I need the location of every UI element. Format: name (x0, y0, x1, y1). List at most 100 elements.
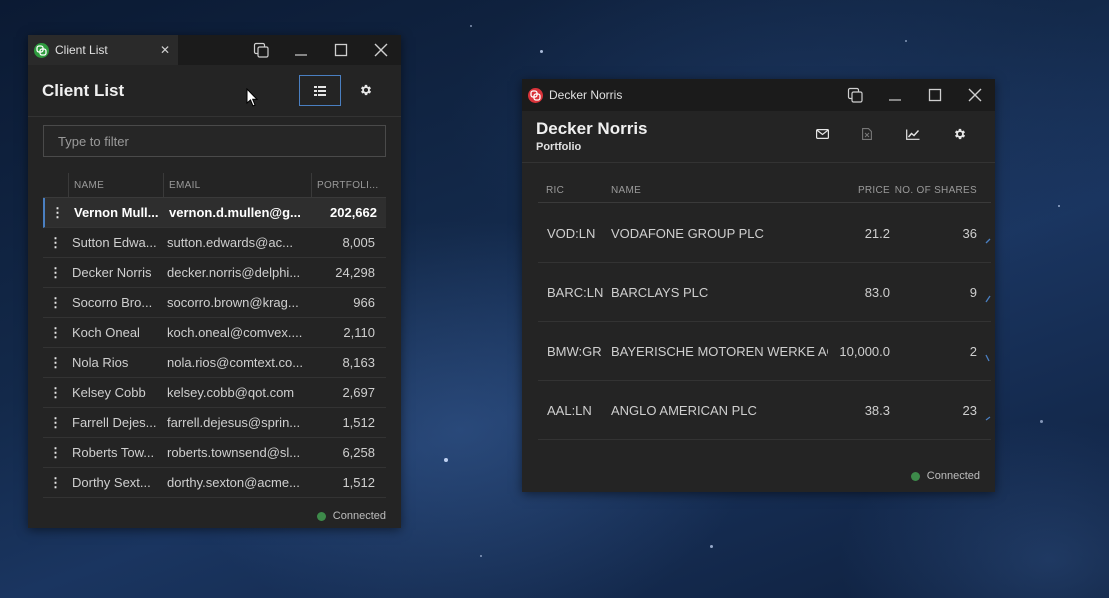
export-button[interactable] (854, 123, 880, 145)
cell-price: 10,000.0 (839, 343, 890, 359)
mouse-cursor-icon (246, 88, 259, 107)
cell-ric: BMW:GR (547, 343, 602, 359)
kebab-menu-icon[interactable]: ⋮ (43, 415, 68, 431)
cell-email: koch.oneal@comvex.... (167, 325, 303, 340)
list-view-icon (314, 85, 326, 96)
cell-email: farrell.dejesus@sprin... (167, 415, 301, 430)
app-logo-icon (528, 87, 543, 103)
cell-email: sutton.edwards@ac... (167, 235, 293, 250)
column-header-portfolio[interactable]: PORTFOLI... (311, 173, 386, 197)
client-grid-rows: ⋮ Vernon Mull... vernon.d.mullen@g... 202,6… (43, 198, 386, 498)
gear-icon (360, 84, 372, 96)
kebab-menu-icon[interactable]: ⋮ (43, 445, 68, 461)
column-header-ric[interactable]: RIC (538, 179, 603, 202)
maximize-icon (928, 88, 942, 102)
cell-name: Farrell Dejes... (72, 415, 157, 430)
maximize-button[interactable] (321, 35, 361, 65)
popout-icon (847, 87, 863, 103)
portfolio-grid-header: RIC NAME PRICE NO. OF SHARES (538, 179, 991, 203)
portfolio-subtitle: Portfolio (536, 141, 582, 153)
client-list-titlebar[interactable]: Client List ✕ (28, 35, 401, 65)
column-header-name[interactable]: NAME (603, 179, 828, 202)
table-row[interactable]: VOD:LN VODAFONE GROUP PLC 21.2 36 (538, 204, 991, 263)
connection-status: Connected (316, 510, 386, 522)
cell-price: 83.0 (864, 284, 890, 300)
chart-button[interactable] (900, 123, 926, 145)
cell-email: vernon.d.mullen@g... (169, 205, 301, 220)
minimize-button[interactable] (875, 79, 915, 111)
sparkline-icon (985, 416, 991, 421)
cell-shares: 36 (962, 225, 977, 241)
minimize-icon (889, 99, 901, 101)
table-row[interactable]: ⋮ Nola Rios nola.rios@comtext.co... 8,163 (43, 348, 386, 378)
popout-button[interactable] (241, 35, 281, 65)
column-header-price[interactable]: PRICE (828, 179, 890, 202)
column-header-name[interactable]: NAME (68, 173, 163, 197)
minimize-icon (295, 54, 307, 56)
table-row[interactable]: ⋮ Farrell Dejes... farrell.dejesus@sprin..… (43, 408, 386, 438)
kebab-menu-icon[interactable]: ⋮ (43, 475, 68, 491)
portfolio-window: Decker Norris Decker Norris Portfolio RI… (522, 79, 995, 492)
table-row[interactable]: ⋮ Roberts Tow... roberts.townsend@sl... 6,2… (43, 438, 386, 468)
portfolio-titlebar[interactable]: Decker Norris (522, 79, 995, 111)
settings-button[interactable] (356, 80, 376, 100)
table-row[interactable]: ⋮ Dorthy Sext... dorthy.sexton@acme... 1,51… (43, 468, 386, 498)
kebab-menu-icon[interactable]: ⋮ (43, 235, 68, 251)
cell-email: nola.rios@comtext.co... (167, 355, 304, 370)
status-dot-icon (316, 511, 326, 521)
cell-portfolio: 202,662 (330, 205, 377, 220)
cell-portfolio: 8,005 (342, 235, 375, 250)
settings-button[interactable] (947, 123, 973, 145)
table-row[interactable]: ⋮ Vernon Mull... vernon.d.mullen@g... 202,6… (43, 198, 386, 228)
close-button[interactable] (361, 35, 401, 65)
maximize-icon (334, 43, 348, 57)
cell-name: BARCLAYS PLC (611, 284, 709, 300)
email-button[interactable] (809, 123, 835, 145)
cell-price: 21.2 (864, 225, 890, 241)
gear-icon (954, 128, 966, 140)
window-title: Decker Norris (549, 88, 623, 102)
cell-ric: AAL:LN (547, 402, 592, 418)
kebab-menu-icon[interactable]: ⋮ (43, 355, 68, 371)
cell-email: decker.norris@delphi... (167, 265, 301, 280)
filter-input[interactable] (43, 125, 386, 157)
kebab-menu-icon[interactable]: ⋮ (43, 265, 68, 281)
kebab-menu-icon[interactable]: ⋮ (43, 325, 68, 341)
kebab-menu-icon[interactable]: ⋮ (43, 295, 68, 311)
sparkline-icon (985, 238, 991, 244)
sparkline-icon (985, 295, 991, 303)
column-header-email[interactable]: EMAIL (163, 173, 311, 197)
chart-icon (906, 129, 920, 140)
close-icon (968, 88, 982, 102)
table-row[interactable]: ⋮ Socorro Bro... socorro.brown@krag... 966 (43, 288, 386, 318)
export-icon (862, 128, 872, 140)
tab-client-list[interactable]: Client List ✕ (28, 35, 178, 65)
table-row[interactable]: BARC:LN BARCLAYS PLC 83.0 9 (538, 263, 991, 322)
cell-shares: 2 (969, 343, 977, 359)
cell-email: roberts.townsend@sl... (167, 445, 301, 460)
table-row[interactable]: ⋮ Kelsey Cobb kelsey.cobb@qot.com 2,697 (43, 378, 386, 408)
close-button[interactable] (955, 79, 995, 111)
minimize-button[interactable] (281, 35, 321, 65)
client-name: Decker Norris (536, 119, 648, 138)
cell-name: Socorro Bro... (72, 295, 153, 310)
status-dot-icon (910, 471, 920, 481)
tab-close-icon[interactable]: ✕ (160, 43, 170, 57)
kebab-menu-icon[interactable]: ⋮ (43, 385, 68, 401)
cell-name: Koch Oneal (72, 325, 140, 340)
table-row[interactable]: ⋮ Sutton Edwa... sutton.edwards@ac... 8,005 (43, 228, 386, 258)
close-icon (374, 43, 388, 57)
column-header-shares[interactable]: NO. OF SHARES (890, 179, 977, 202)
popout-button[interactable] (835, 79, 875, 111)
client-list-header: Client List (28, 65, 401, 117)
maximize-button[interactable] (915, 79, 955, 111)
table-row[interactable]: ⋮ Koch Oneal koch.oneal@comvex.... 2,110 (43, 318, 386, 348)
status-text: Connected (926, 470, 980, 482)
cell-email: dorthy.sexton@acme... (167, 475, 300, 490)
table-row[interactable]: ⋮ Decker Norris decker.norris@delphi... 24,… (43, 258, 386, 288)
kebab-menu-icon[interactable]: ⋮ (45, 205, 70, 221)
table-row[interactable]: BMW:GR BAYERISCHE MOTOREN WERKE AG 10,000.… (538, 322, 991, 381)
cell-portfolio: 966 (353, 295, 375, 310)
table-row[interactable]: AAL:LN ANGLO AMERICAN PLC 38.3 23 (538, 381, 991, 440)
list-view-button[interactable] (299, 75, 341, 106)
